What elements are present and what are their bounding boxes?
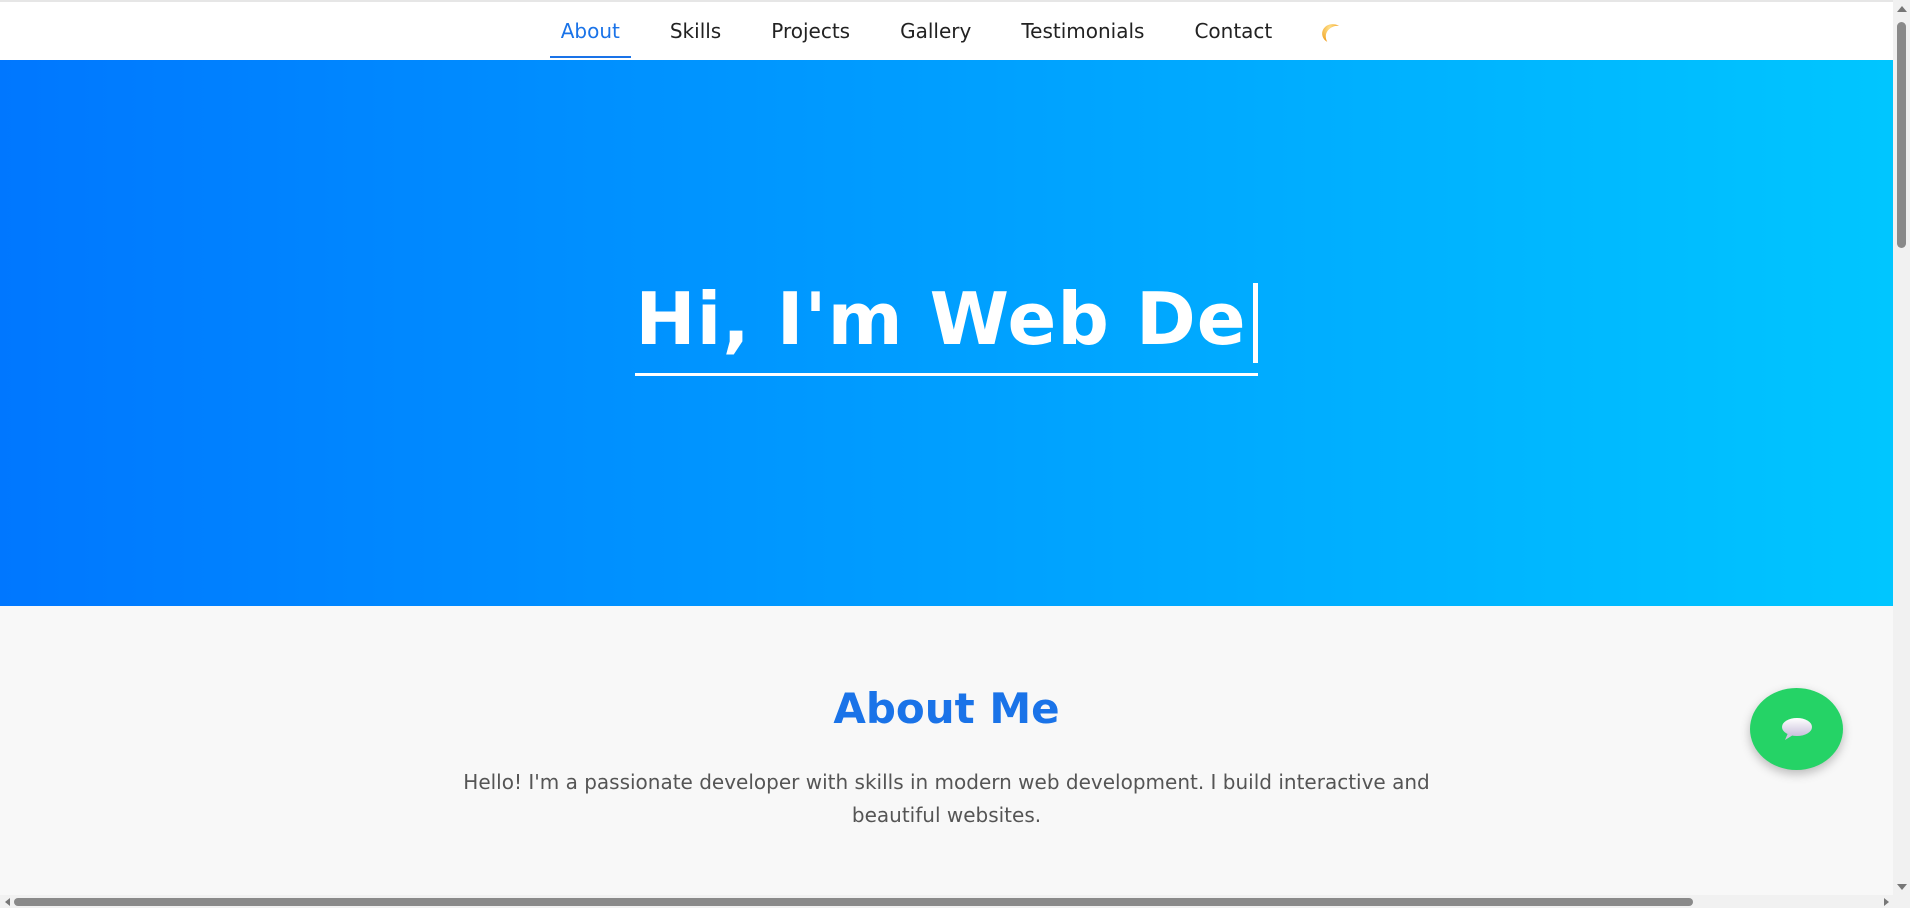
scroll-down-arrow-icon[interactable] <box>1893 878 1910 895</box>
page: About Skills Projects Gallery Testimonia… <box>0 0 1893 895</box>
moon-icon <box>1322 24 1340 42</box>
top-navigation: About Skills Projects Gallery Testimonia… <box>0 0 1893 60</box>
nav-item-testimonials[interactable]: Testimonials <box>996 2 1169 60</box>
horizontal-scrollbar[interactable] <box>0 895 1893 908</box>
nav-item-contact[interactable]: Contact <box>1169 2 1297 60</box>
browser-viewport: About Skills Projects Gallery Testimonia… <box>0 0 1910 908</box>
nav-item-gallery[interactable]: Gallery <box>875 2 996 60</box>
typing-caret <box>1252 282 1258 363</box>
scrollbar-corner <box>1893 895 1910 908</box>
about-title: About Me <box>833 684 1060 733</box>
chat-bubble-icon <box>1781 718 1812 740</box>
vertical-scrollbar[interactable] <box>1893 0 1910 895</box>
hero-typed-title: Hi, I'm Web De <box>635 276 1247 361</box>
horizontal-scrollbar-thumb[interactable] <box>14 898 1693 906</box>
scroll-up-arrow-icon[interactable] <box>1893 0 1910 17</box>
nav-item-about[interactable]: About <box>536 2 645 60</box>
scroll-right-arrow-icon[interactable] <box>1879 895 1893 908</box>
nav-list: About Skills Projects Gallery Testimonia… <box>536 2 1362 60</box>
scroll-left-arrow-icon[interactable] <box>0 895 14 908</box>
vertical-scrollbar-thumb[interactable] <box>1897 22 1906 248</box>
nav-item-skills[interactable]: Skills <box>645 2 746 60</box>
about-section: About Me Hello! I'm a passionate develop… <box>0 606 1893 895</box>
nav-item-projects[interactable]: Projects <box>746 2 875 60</box>
chat-button[interactable] <box>1750 688 1843 770</box>
hero-title-wrap: Hi, I'm Web De <box>635 276 1258 376</box>
hero-section: Hi, I'm Web De <box>0 60 1893 606</box>
theme-toggle-button[interactable] <box>1297 2 1361 60</box>
about-description: Hello! I'm a passionate developer with s… <box>463 770 1430 827</box>
